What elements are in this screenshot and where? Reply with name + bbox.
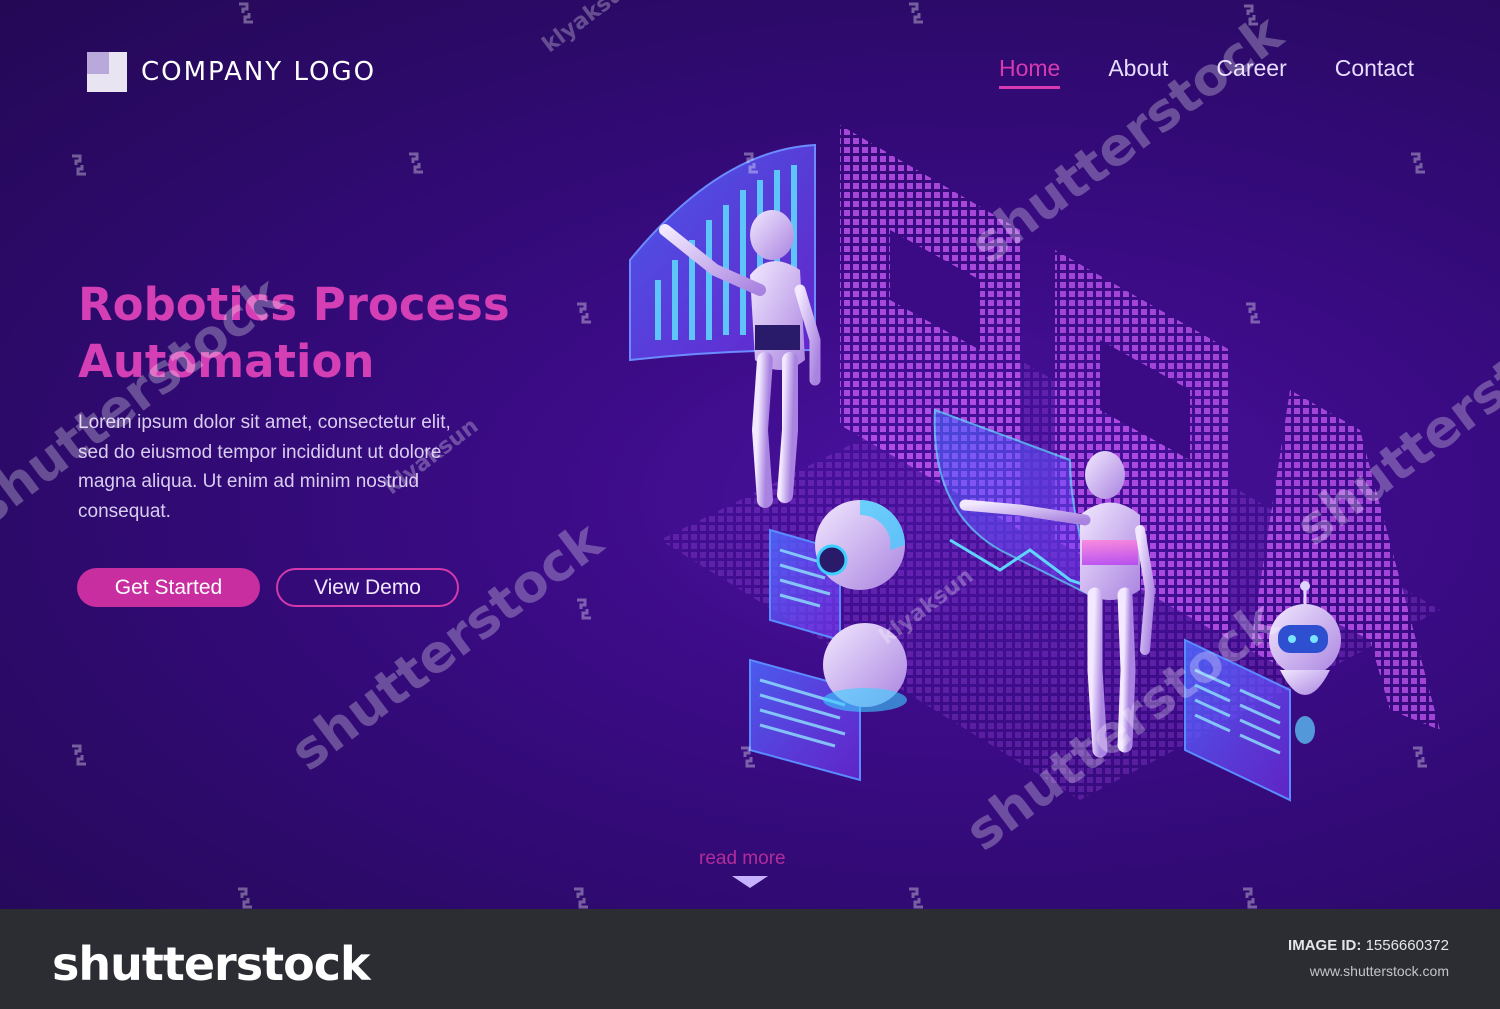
watermark-artist: klyaksun — [538, 0, 642, 58]
watermark-icon — [577, 598, 591, 620]
logo-mark-icon — [87, 52, 127, 92]
image-id-label: IMAGE ID: — [1288, 937, 1362, 954]
chevron-down-icon[interactable] — [732, 876, 768, 890]
watermark-icon — [409, 152, 423, 174]
watermark-icon — [909, 887, 923, 909]
watermark-icon — [1243, 887, 1257, 909]
watermark-icon — [1246, 302, 1260, 324]
stock-footer: shutterstock IMAGE ID: 1556660372 www.sh… — [0, 909, 1500, 1009]
read-more-link[interactable]: read more — [699, 848, 786, 870]
view-demo-button[interactable]: View Demo — [276, 568, 459, 607]
nav-contact[interactable]: Contact — [1335, 55, 1414, 82]
watermark-icon — [741, 746, 755, 768]
watermark-icon — [1411, 152, 1425, 174]
watermark-icon — [1413, 746, 1427, 768]
nav-home[interactable]: Home — [998, 55, 1061, 89]
watermark-icon — [577, 302, 591, 324]
watermark-icon — [744, 152, 758, 174]
watermark-icon — [72, 154, 86, 176]
watermark-icon — [909, 2, 923, 24]
footer-brand: shutterstock — [52, 937, 371, 991]
watermark-icon — [574, 887, 588, 909]
company-logo[interactable]: COMPANY LOGO — [87, 52, 376, 92]
watermark-text: shutterstock — [280, 510, 614, 783]
image-id-value: 1556660372 — [1365, 937, 1449, 954]
hero-section: COMPANY LOGO Home About Career Contact R… — [0, 0, 1500, 909]
watermark-icon — [239, 2, 253, 24]
get-started-button[interactable]: Get Started — [77, 568, 260, 607]
watermark-icon — [72, 744, 86, 766]
image-id: IMAGE ID: 1556660372 — [1288, 937, 1449, 954]
logo-text: COMPANY LOGO — [141, 57, 377, 87]
watermark-icon — [238, 887, 252, 909]
footer-url[interactable]: www.shutterstock.com — [1310, 963, 1449, 979]
